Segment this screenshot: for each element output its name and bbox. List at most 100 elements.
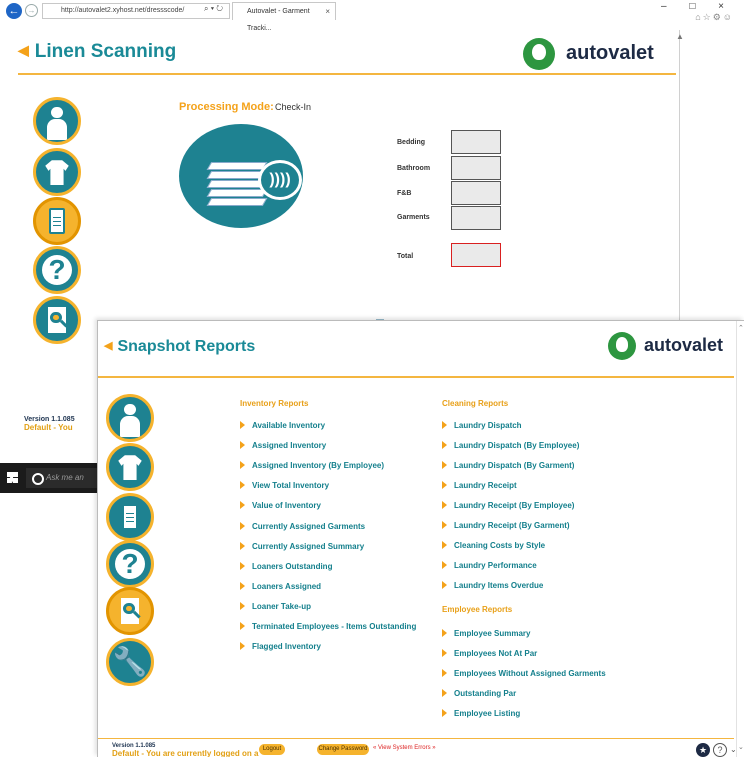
change-password-button[interactable]: Change Password <box>317 744 369 755</box>
scrollbar[interactable] <box>736 321 744 757</box>
report-label: Laundry Dispatch <box>454 421 522 430</box>
inventory-report-link[interactable]: View Total Inventory <box>240 480 329 490</box>
help-toolbar: ★ ? ⌄ <box>696 743 737 757</box>
inventory-report-link[interactable]: Available Inventory <box>240 420 325 430</box>
version-label: Version 1.1.085 <box>24 416 75 423</box>
triangle-bullet-icon <box>240 481 245 490</box>
cleaning-report-link[interactable]: Laundry Receipt <box>442 480 517 490</box>
bedding-label: Bedding <box>397 139 425 146</box>
inventory-report-link[interactable]: Loaners Outstanding <box>240 561 332 571</box>
scroll-down-icon[interactable]: ⌄ <box>738 743 744 751</box>
report-label: Laundry Dispatch (By Employee) <box>454 441 580 450</box>
browser-toolbar-icons[interactable]: ⌂☆⚙☺ <box>695 12 734 23</box>
taskbar-search[interactable]: Ask me an <box>26 468 98 488</box>
garments-label: Garments <box>397 214 430 221</box>
logout-button[interactable]: Logout <box>259 744 285 755</box>
help-icon[interactable]: ? <box>33 246 81 294</box>
cleaning-report-link[interactable]: Laundry Performance <box>442 560 537 570</box>
scroll-up-icon[interactable]: ▲ <box>676 32 684 41</box>
employee-report-link[interactable]: Employees Not At Par <box>442 648 537 658</box>
address-bar[interactable]: http://autovalet2.xyhost.net/dressscode/ <box>42 3 230 19</box>
triangle-bullet-icon <box>442 521 447 529</box>
chevron-down-icon[interactable]: ⌄ <box>730 745 737 754</box>
inventory-report-link[interactable]: Assigned Inventory (By Employee) <box>240 460 384 470</box>
page-title-text: Linen Scanning <box>34 41 177 62</box>
back-triangle-icon[interactable]: ◀ <box>18 42 29 58</box>
cleaning-report-link[interactable]: Laundry Dispatch (By Employee) <box>442 440 579 450</box>
cleaning-report-link[interactable]: Laundry Receipt (By Garment) <box>442 520 570 530</box>
triangle-bullet-icon <box>442 541 447 549</box>
processing-mode-label: Processing Mode: <box>179 101 274 113</box>
linen-header: ◀ Linen Scanning autovalet <box>18 38 678 78</box>
employee-report-link[interactable]: Outstanding Par <box>442 688 516 698</box>
employee-report-link[interactable]: Employee Listing <box>442 708 520 718</box>
report-label: Loaner Take-up <box>252 601 311 611</box>
employee-report-link[interactable]: Employee Summary <box>442 628 530 638</box>
inventory-report-link[interactable]: Assigned Inventory <box>240 440 326 450</box>
cleaning-report-link[interactable]: Laundry Receipt (By Employee) <box>442 500 574 510</box>
back-triangle-icon[interactable]: ◀ <box>104 340 112 352</box>
report-label: Laundry Receipt (By Garment) <box>454 521 570 530</box>
triangle-bullet-icon <box>442 689 447 697</box>
question-icon[interactable]: ? <box>713 743 727 757</box>
triangle-bullet-icon <box>240 581 245 590</box>
scroll-up-icon[interactable]: ⌃ <box>738 324 744 332</box>
triangle-bullet-icon <box>442 581 447 589</box>
header-divider <box>98 376 734 378</box>
triangle-bullet-icon <box>442 709 447 717</box>
garments-count <box>451 206 501 230</box>
report-label: Flagged Inventory <box>252 642 321 652</box>
help-icon[interactable]: ? <box>106 540 154 588</box>
wrench-icon[interactable]: 🔧 <box>106 638 154 686</box>
report-label: Employee Summary <box>454 629 531 638</box>
bathroom-count <box>451 156 501 180</box>
inventory-report-link[interactable]: Flagged Inventory <box>240 641 321 651</box>
clipboard-icon[interactable] <box>106 493 154 541</box>
inventory-report-link[interactable]: Currently Assigned Summary <box>240 541 364 551</box>
inventory-report-link[interactable]: Terminated Employees - Items Outstanding <box>240 621 416 631</box>
clipboard-icon[interactable] <box>33 197 81 245</box>
back-arrow-icon[interactable]: ← <box>6 3 22 19</box>
report-label: Employee Listing <box>454 709 521 718</box>
browser-tab[interactable]: Autovalet - Garment Tracki... × <box>232 2 336 32</box>
header-divider <box>18 73 676 75</box>
star-icon[interactable]: ★ <box>696 743 710 757</box>
inventory-report-link[interactable]: Currently Assigned Garments <box>240 521 365 531</box>
person-icon[interactable] <box>106 394 154 442</box>
search-report-icon[interactable] <box>106 587 154 635</box>
report-label: Outstanding Par <box>454 689 517 698</box>
report-label: Loaners Assigned <box>252 581 322 591</box>
report-label: Laundry Dispatch (By Garment) <box>454 461 575 470</box>
report-label: Laundry Performance <box>454 561 537 570</box>
cleaning-report-link[interactable]: Cleaning Costs by Style <box>442 540 545 550</box>
cleaning-report-link[interactable]: Laundry Dispatch <box>442 420 522 430</box>
windows-start-icon[interactable] <box>7 472 18 483</box>
person-icon[interactable] <box>33 97 81 145</box>
total-label: Total <box>397 253 414 260</box>
triangle-bullet-icon <box>240 601 245 610</box>
triangle-bullet-icon <box>240 501 245 510</box>
fb-label: F&B <box>397 190 412 197</box>
triangle-bullet-icon <box>240 461 245 470</box>
brand-name: autovalet <box>644 335 724 355</box>
search-report-icon[interactable] <box>33 296 81 344</box>
employee-report-link[interactable]: Employees Without Assigned Garments <box>442 668 606 678</box>
shirt-icon[interactable] <box>106 443 154 491</box>
window-controls[interactable]: – □ × <box>661 1 734 12</box>
inventory-report-link[interactable]: Value of Inventory <box>240 500 321 510</box>
tab-close-icon[interactable]: × <box>325 3 330 20</box>
view-system-errors-link[interactable]: « View System Errors » <box>373 745 436 751</box>
triangle-bullet-icon <box>442 629 447 637</box>
report-label: Assigned Inventory <box>252 441 327 451</box>
report-label: Available Inventory <box>252 421 326 430</box>
bathroom-label: Bathroom <box>397 165 431 172</box>
address-tools[interactable]: ⌕ ▾ ↻ <box>204 4 223 14</box>
cleaning-report-link[interactable]: Laundry Items Overdue <box>442 580 543 590</box>
inventory-report-link[interactable]: Loaner Take-up <box>240 601 311 611</box>
inventory-report-link[interactable]: Loaners Assigned <box>240 581 321 591</box>
shirt-icon[interactable] <box>33 148 81 196</box>
report-label: Laundry Receipt (By Employee) <box>454 501 575 510</box>
autovalet-logo-icon <box>608 332 636 360</box>
forward-arrow-icon[interactable]: → <box>25 4 38 17</box>
cleaning-report-link[interactable]: Laundry Dispatch (By Garment) <box>442 460 574 470</box>
